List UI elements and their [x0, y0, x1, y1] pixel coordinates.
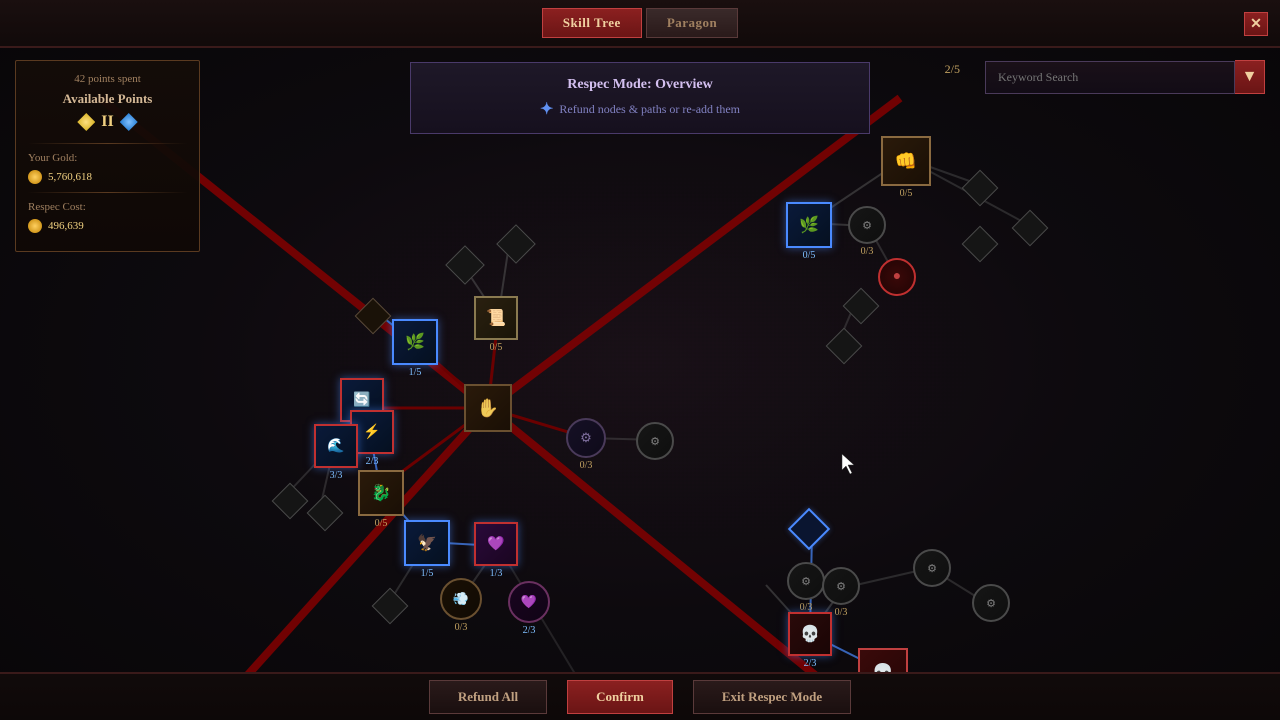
bottom-bar: Refund All Confirm Exit Respec Mode	[0, 672, 1280, 720]
points-gems-row: II	[28, 113, 187, 131]
node-skull2[interactable]: 💀 1/5	[858, 648, 908, 672]
gold-label: Your Gold:	[28, 152, 77, 164]
close-button[interactable]: ✕	[1244, 12, 1268, 36]
node-purple1[interactable]: 💜 1/3	[474, 522, 518, 579]
search-bar: ▼	[985, 60, 1265, 94]
node-count-tr-c: 0/3	[861, 246, 874, 257]
points-spent-label: 42 points spent	[28, 73, 187, 85]
tab-skill-tree[interactable]: Skill Tree	[542, 8, 642, 38]
respec-tooltip: Respec Mode: Overview ✦ Refund nodes & p…	[410, 62, 870, 134]
node-scroll[interactable]: 📜 0/5	[474, 296, 518, 353]
node-br-r1[interactable]: ⚙	[913, 549, 951, 587]
node-br-r2[interactable]: ⚙	[972, 584, 1010, 622]
gem-blue-icon	[120, 113, 138, 131]
node-br-diamond[interactable]	[794, 514, 824, 544]
diamond-6[interactable]	[967, 231, 993, 257]
node-active-left3[interactable]: 🌊 3/3	[314, 424, 358, 481]
respec-coin-icon	[28, 219, 42, 233]
diamond-4[interactable]	[967, 175, 993, 201]
divider-1	[28, 143, 187, 144]
respec-mode-desc: ✦ Refund nodes & paths or re-add them	[431, 99, 849, 119]
search-input[interactable]	[985, 61, 1235, 94]
diamond-1[interactable]	[451, 251, 479, 279]
node-count-left3: 3/3	[330, 470, 343, 481]
tab-paragon[interactable]: Paragon	[646, 8, 738, 38]
node-count-skull1: 2/3	[804, 658, 817, 669]
node-dragon[interactable]: 🐉 0/5	[358, 470, 404, 529]
node-count-left2: 2/3	[366, 456, 379, 467]
node-count-p1: 1/3	[490, 568, 503, 579]
node-count: 1/5	[409, 367, 422, 378]
node-count-tr: 0/5	[900, 188, 913, 199]
gold-row: Your Gold:	[28, 152, 187, 164]
node-red-circle[interactable]: ●	[878, 258, 916, 296]
gold-value: 5,760,618	[48, 171, 92, 183]
node-count-scroll: 0/5	[490, 342, 503, 353]
node-top-right-main[interactable]: 👊 0/5	[881, 136, 931, 199]
diamond-3[interactable]	[360, 303, 386, 329]
score-badge: 2/5	[945, 62, 960, 77]
available-points-label: Available Points	[28, 91, 187, 107]
node-center[interactable]: ✋	[464, 384, 512, 432]
gold-value-row: 5,760,618	[28, 170, 187, 184]
node-right2[interactable]: ⚙	[636, 422, 674, 460]
points-number: II	[101, 113, 113, 131]
node-eagle[interactable]: 🦅 1/5	[404, 520, 450, 579]
node-count-r: 0/3	[580, 460, 593, 471]
node-br-circle1[interactable]: ⚙ 0/3	[787, 562, 825, 613]
respec-mode-description: Refund nodes & paths or re-add them	[559, 102, 740, 117]
left-panel: 42 points spent Available Points II Your…	[15, 60, 200, 252]
refund-all-button[interactable]: Refund All	[429, 680, 547, 714]
node-count-b1: 0/3	[455, 622, 468, 633]
node-br-circle2[interactable]: ⚙ 0/3	[822, 567, 860, 618]
divider-2	[28, 192, 187, 193]
search-dropdown-button[interactable]: ▼	[1235, 60, 1265, 94]
gem-yellow-icon	[77, 113, 95, 131]
diamond-bl1[interactable]	[277, 488, 303, 514]
diamond-bl3[interactable]	[377, 593, 403, 619]
exit-respec-button[interactable]: Exit Respec Mode	[693, 680, 851, 714]
diamond-8[interactable]	[848, 293, 874, 319]
node-count-eagle: 1/5	[421, 568, 434, 579]
confirm-button[interactable]: Confirm	[567, 680, 673, 714]
diamond-bl2[interactable]	[312, 500, 338, 526]
node-tr-leaf[interactable]: 🌿 0/5	[786, 202, 832, 261]
node-tr-circle[interactable]: ⚙ 0/3	[848, 206, 886, 257]
node-right[interactable]: ⚙ 0/3	[566, 418, 606, 471]
node-count-tr-leaf: 0/5	[803, 250, 816, 261]
node-count-brc2: 0/3	[835, 607, 848, 618]
respec-mode-title: Respec Mode: Overview	[431, 77, 849, 93]
node-green-1[interactable]: 🌿 1/5	[392, 319, 438, 378]
respec-cost-label: Respec Cost:	[28, 201, 86, 213]
diamond-2[interactable]	[502, 230, 530, 258]
respec-cost-value: 496,639	[48, 220, 84, 232]
respec-cost-row: Respec Cost:	[28, 201, 187, 213]
node-count-dragon: 0/5	[375, 518, 388, 529]
respec-cost-value-row: 496,639	[28, 219, 187, 233]
node-bottom2[interactable]: 💜 2/3	[508, 581, 550, 636]
coin-icon	[28, 170, 42, 184]
title-bar: Skill Tree Paragon ✕	[0, 0, 1280, 48]
diamond-5[interactable]	[1017, 215, 1043, 241]
node-skull1[interactable]: 💀 2/3	[788, 612, 832, 669]
node-bottom1[interactable]: 💨 0/3	[440, 578, 482, 633]
node-count-b2: 2/3	[523, 625, 536, 636]
plus-icon: ✦	[540, 99, 553, 119]
diamond-7[interactable]	[831, 333, 857, 359]
